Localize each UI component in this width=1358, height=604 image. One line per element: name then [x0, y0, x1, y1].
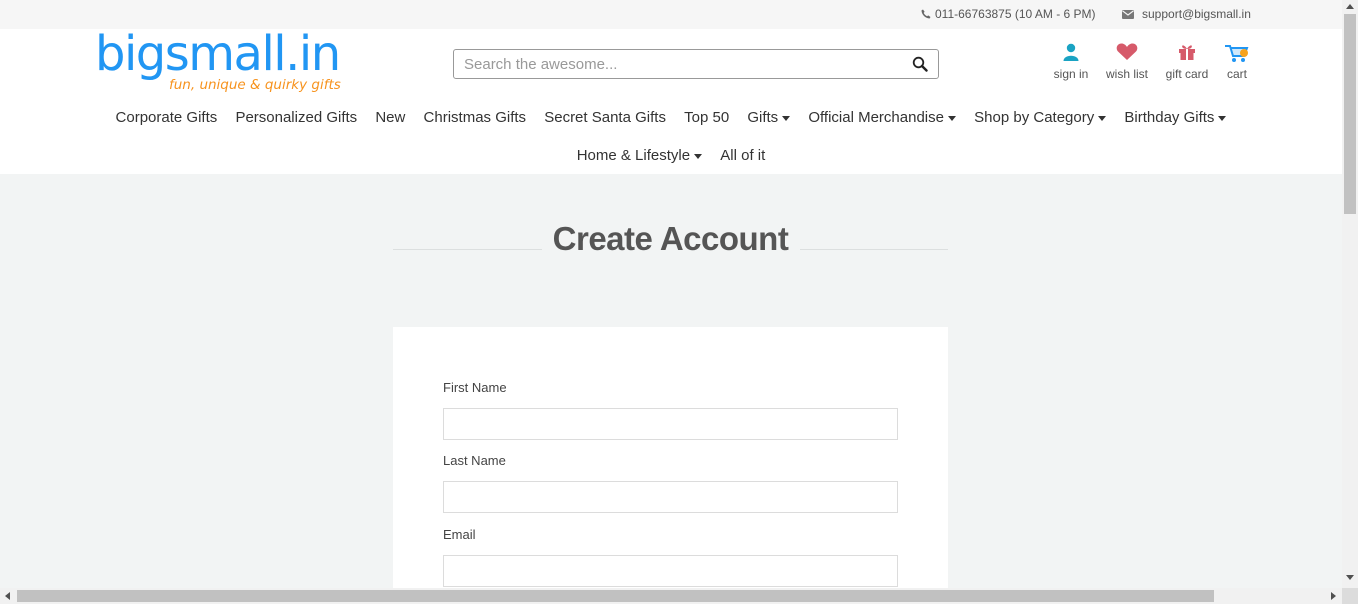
sign-in-link[interactable]: sign in [1052, 43, 1090, 81]
cart-icon [1224, 45, 1250, 66]
search-box [453, 49, 939, 79]
nav-label: Home & Lifestyle [576, 147, 691, 164]
main-nav-row-2: Home & Lifestyle All of it [0, 147, 1342, 164]
nav-item-birthday-gifts[interactable]: Birthday Gifts [1124, 109, 1227, 126]
search-input[interactable] [464, 53, 894, 75]
nav-label: Christmas Gifts [423, 109, 527, 126]
first-name-label: First Name [443, 380, 507, 395]
email-contact[interactable]: support@bigsmall.in [1122, 7, 1251, 21]
envelope-icon [1122, 9, 1134, 19]
first-name-field[interactable] [443, 408, 898, 440]
nav-label: Top 50 [684, 109, 730, 126]
gift-icon [1178, 45, 1196, 64]
user-icon [1063, 43, 1079, 64]
nav-item-shop-by-category[interactable]: Shop by Category [974, 109, 1107, 126]
email-field[interactable] [443, 555, 898, 587]
nav-label: Gifts [747, 109, 779, 126]
email-text: support@bigsmall.in [1142, 7, 1251, 21]
last-name-field[interactable] [443, 481, 898, 513]
caret-down-icon [947, 115, 956, 121]
nav-item-secret-santa-gifts[interactable]: Secret Santa Gifts [544, 109, 666, 126]
nav-item-all-of-it[interactable]: All of it [720, 147, 765, 164]
page-title: Create Account [552, 220, 789, 257]
title-divider-right [800, 249, 948, 250]
caret-down-icon [694, 153, 703, 159]
nav-item-gifts[interactable]: Gifts [747, 109, 791, 126]
nav-label: Secret Santa Gifts [544, 109, 666, 126]
wish-list-link[interactable]: wish list [1104, 43, 1150, 81]
scroll-up-arrow-icon[interactable] [1346, 4, 1354, 9]
gift-card-link[interactable]: gift card [1164, 43, 1210, 81]
cart-link[interactable]: cart [1222, 43, 1252, 81]
create-account-form: First Name Last Name Email [393, 327, 948, 588]
sign-in-label: sign in [1053, 67, 1089, 81]
logo-text: bigsmall.in [95, 26, 341, 82]
vertical-scrollbar[interactable] [1342, 0, 1358, 588]
cart-label: cart [1226, 67, 1247, 81]
nav-label: Corporate Gifts [115, 109, 218, 126]
nav-item-top-50[interactable]: Top 50 [684, 109, 729, 126]
email-label: Email [443, 527, 476, 542]
search-icon[interactable] [912, 56, 928, 77]
scrollbar-corner [1342, 588, 1358, 604]
nav-label: Official Merchandise [808, 109, 944, 126]
nav-item-corporate-gifts[interactable]: Corporate Gifts [116, 109, 218, 126]
nav-item-personalized-gifts[interactable]: Personalized Gifts [235, 109, 357, 126]
horizontal-scrollbar[interactable] [0, 588, 1342, 604]
nav-label: Shop by Category [974, 109, 1095, 126]
page-title-block: Create Account [393, 220, 948, 264]
caret-down-icon [1218, 115, 1227, 121]
last-name-label: Last Name [443, 453, 506, 468]
phone-text: 011-66763875 (10 AM - 6 PM) [935, 7, 1096, 21]
nav-label: Personalized Gifts [235, 109, 358, 126]
nav-item-official-merchandise[interactable]: Official Merchandise [808, 109, 956, 126]
vertical-scroll-thumb[interactable] [1344, 14, 1356, 214]
caret-down-icon [1098, 115, 1107, 121]
site-logo[interactable]: bigsmall.in fun, unique & quirky gifts [95, 26, 341, 94]
scroll-right-arrow-icon[interactable] [1331, 592, 1336, 600]
logo-tagline: fun, unique & quirky gifts [169, 77, 341, 93]
page: 011-66763875 (10 AM - 6 PM) support@bigs… [0, 0, 1342, 588]
nav-label: New [375, 109, 406, 126]
nav-item-home-lifestyle[interactable]: Home & Lifestyle [576, 147, 703, 164]
main-nav-row-1: Corporate Gifts Personalized Gifts New C… [0, 109, 1342, 126]
phone-contact[interactable]: 011-66763875 (10 AM - 6 PM) [921, 7, 1096, 21]
nav-item-christmas-gifts[interactable]: Christmas Gifts [424, 109, 527, 126]
site-header: bigsmall.in fun, unique & quirky gifts s… [0, 26, 1342, 174]
wish-list-label: wish list [1105, 67, 1148, 81]
horizontal-scroll-thumb[interactable] [17, 590, 1214, 602]
gift-card-label: gift card [1165, 67, 1209, 81]
nav-label: All of it [720, 147, 766, 164]
scroll-left-arrow-icon[interactable] [5, 592, 10, 600]
caret-down-icon [782, 115, 791, 121]
heart-icon [1116, 43, 1138, 64]
scroll-down-arrow-icon[interactable] [1346, 575, 1354, 580]
nav-label: Birthday Gifts [1124, 109, 1215, 126]
nav-item-new[interactable]: New [375, 109, 405, 126]
phone-icon [921, 9, 931, 19]
